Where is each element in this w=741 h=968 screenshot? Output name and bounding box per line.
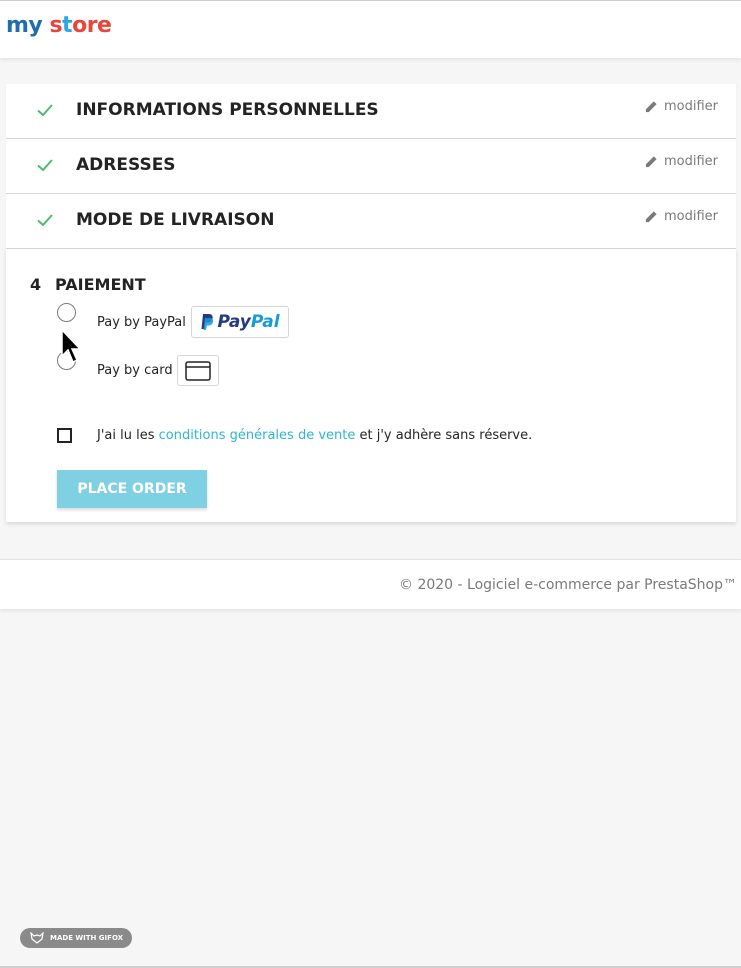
step-title: MODE DE LIVRAISON [76, 210, 275, 230]
edit-delivery-link[interactable]: modifier [645, 209, 718, 224]
paypal-logo: PayPal [191, 306, 289, 338]
step-title: PAIEMENT [55, 275, 146, 294]
paypal-option-label[interactable]: Pay by PayPal [97, 315, 186, 330]
terms-text: J'ai lu les conditions générales de vent… [97, 428, 532, 443]
terms-checkbox[interactable] [57, 428, 72, 443]
edit-addresses-link[interactable]: modifier [645, 154, 718, 169]
check-icon [37, 214, 53, 227]
site-header: my store [0, 0, 741, 58]
terms-prefix: J'ai lu les [97, 428, 159, 443]
check-icon [37, 159, 53, 172]
edit-label: modifier [663, 99, 718, 114]
checkout-step-addresses: ADRESSES modifier [6, 139, 736, 194]
paypal-wordmark-pal: Pal [250, 312, 280, 332]
check-icon [37, 104, 53, 117]
pencil-icon [645, 156, 657, 168]
checkout-step-payment: 4 PAIEMENT Pay by PayPal PayPal Pay by c… [6, 249, 736, 522]
logo-my: my [6, 13, 43, 38]
terms-suffix: et j'y adhère sans réserve. [355, 428, 533, 443]
card-option-label[interactable]: Pay by card [97, 363, 173, 378]
step-number: 4 [30, 275, 42, 294]
place-order-button[interactable]: PLACE ORDER [57, 470, 207, 508]
step-title: INFORMATIONS PERSONNELLES [76, 100, 379, 120]
checkout-step-delivery: MODE DE LIVRAISON modifier [6, 194, 736, 249]
card-icon [185, 360, 211, 381]
logo-store: store [49, 13, 112, 38]
store-logo[interactable]: my store [6, 13, 112, 38]
checkout-step-personal-info: INFORMATIONS PERSONNELLES modifier [6, 84, 736, 139]
edit-label: modifier [663, 209, 718, 224]
pencil-icon [645, 101, 657, 113]
paypal-radio[interactable] [57, 303, 76, 322]
terms-link[interactable]: conditions générales de vente [159, 428, 356, 443]
edit-label: modifier [663, 154, 718, 169]
paypal-icon [201, 314, 214, 330]
paypal-wordmark-pay: Pay [217, 312, 251, 332]
copyright-text: © 2020 - Logiciel e-commerce par PrestaS… [399, 577, 737, 593]
fox-icon [30, 932, 44, 944]
site-footer: © 2020 - Logiciel e-commerce par PrestaS… [0, 559, 741, 609]
card-logo [177, 355, 219, 386]
step-title: ADRESSES [76, 155, 176, 175]
badge-text: MADE WITH GIFOX [50, 934, 124, 942]
card-radio[interactable] [57, 351, 76, 370]
gifox-badge: MADE WITH GIFOX [20, 928, 132, 948]
pencil-icon [645, 211, 657, 223]
edit-personal-info-link[interactable]: modifier [645, 99, 718, 114]
